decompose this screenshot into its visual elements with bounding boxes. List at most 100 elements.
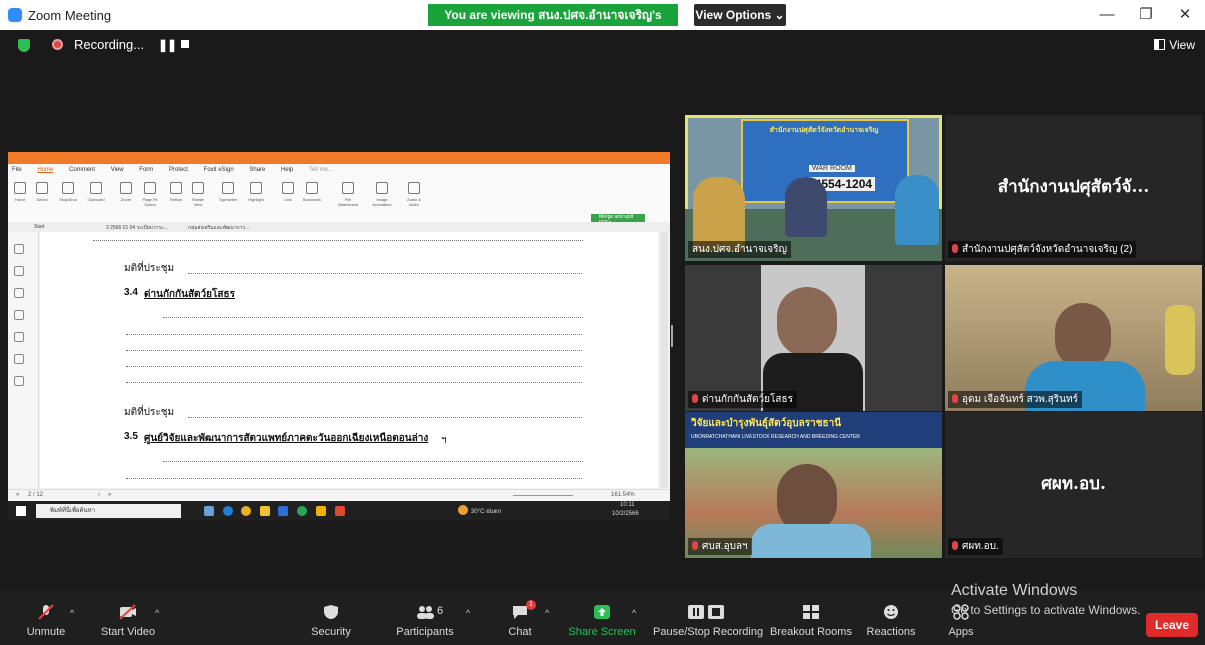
chat-button[interactable]: 1 Chat	[500, 590, 540, 645]
chrome-icon[interactable]	[241, 506, 251, 516]
pause-stop-recording-button[interactable]: Pause/Stop Recording	[653, 590, 763, 645]
tab-start[interactable]: Start	[34, 224, 45, 230]
reflow-tool[interactable]: Reflow	[166, 182, 186, 202]
tell-me-search[interactable]: Tell me...	[309, 167, 333, 173]
shield-icon	[322, 604, 340, 620]
sign-brand: WAR ROOM	[809, 165, 855, 172]
comments-panel-icon[interactable]	[14, 288, 24, 298]
dotted-line	[163, 317, 583, 318]
section-suffix: ฯ	[441, 435, 447, 446]
shield-icon[interactable]	[18, 39, 30, 52]
foxit-titlebar	[8, 152, 670, 164]
start-video-label: Start Video	[100, 626, 156, 638]
menu-view[interactable]: View	[111, 167, 124, 173]
video-tile-6[interactable]: ศผท.อบ. ศผท.อบ.	[945, 412, 1202, 558]
image-annotation-tool[interactable]: Image Annotation	[372, 182, 392, 207]
zoom-tool[interactable]: Zoom	[116, 182, 136, 202]
layers-panel-icon[interactable]	[14, 310, 24, 320]
last-page-icon[interactable]: »	[108, 492, 111, 498]
audio-video-tool[interactable]: Audio & Video	[404, 182, 424, 207]
video-tile-5[interactable]: วิจัยและบำรุงพันธุ์สัตว์อุบลราชธานี UBON…	[685, 412, 942, 558]
hand-tool[interactable]: Hand	[10, 182, 30, 202]
participant-name-6: ศผท.อบ.	[948, 538, 1003, 555]
chat-label: Chat	[508, 626, 532, 638]
line-icon[interactable]	[297, 506, 307, 516]
stop-recording-icon[interactable]	[181, 40, 189, 48]
link-icon	[282, 182, 294, 194]
close-button[interactable]: ✕	[1170, 4, 1200, 26]
next-page-icon[interactable]: ›	[98, 492, 100, 498]
document-tabs: Start 3 2566 01 04 ระเบียบวาระ... กลุ่มส…	[8, 222, 670, 232]
security-button[interactable]: Security	[306, 590, 356, 645]
chat-options-chevron-icon[interactable]: ^	[545, 608, 549, 618]
reactions-button[interactable]: Reactions	[864, 590, 918, 645]
video-tile-2[interactable]: สำนักงานปศุสัตว์จั... สำนักงานปศุสัตว์จั…	[945, 115, 1202, 261]
taskbar-search[interactable]: พิมพ์ที่นี่เพื่อค้นหา	[36, 504, 181, 518]
windows-start-icon[interactable]	[16, 506, 26, 516]
select-tool[interactable]: Select	[32, 182, 52, 202]
participants-options-chevron-icon[interactable]: ^	[466, 608, 470, 618]
view-options-button[interactable]: View Options ⌄	[694, 4, 786, 26]
task-view-icon[interactable]	[204, 506, 214, 516]
menu-home[interactable]: Home	[37, 167, 53, 173]
restore-button[interactable]: ❐	[1131, 4, 1161, 26]
pause-recording-icon[interactable]: ❚❚	[158, 38, 177, 52]
file-explorer-icon[interactable]	[260, 506, 270, 516]
menu-help[interactable]: Help	[281, 167, 293, 173]
tab-document[interactable]: กลุ่มส่งเสริมและพัฒนาการ...	[188, 224, 249, 232]
highlight-tool[interactable]: Highlight	[246, 182, 266, 202]
foxit-icon[interactable]	[335, 506, 345, 516]
snapshot-tool[interactable]: SnapShot	[58, 182, 78, 202]
minimize-button[interactable]: —	[1092, 4, 1122, 26]
sticky-notes-icon[interactable]	[316, 506, 326, 516]
video-tile-4[interactable]: อุดม เจือจันทร์ สวพ.สุรินทร์	[945, 265, 1202, 411]
link-tool[interactable]: Link	[278, 182, 298, 202]
first-page-icon[interactable]: «	[16, 492, 19, 498]
breakout-rooms-label: Breakout Rooms	[770, 626, 852, 638]
typewriter-icon	[222, 182, 234, 194]
store-icon[interactable]	[278, 506, 288, 516]
taskbar-date: 10/2/2566	[612, 511, 639, 517]
leave-button[interactable]: Leave	[1146, 613, 1198, 637]
menu-share[interactable]: Share	[249, 167, 265, 173]
video-options-chevron-icon[interactable]: ^	[155, 608, 159, 618]
share-screen-button[interactable]: Share Screen	[568, 590, 636, 645]
pages-panel-icon[interactable]	[14, 266, 24, 276]
shared-screen[interactable]: File Home Comment View Form Protect Foxi…	[8, 152, 670, 521]
page-indicator[interactable]: 2 / 12	[28, 492, 43, 498]
edge-icon[interactable]	[223, 506, 233, 516]
dotted-line	[126, 478, 582, 479]
signature-panel-icon[interactable]	[14, 376, 24, 386]
rotate-tool[interactable]: Rotate View	[188, 182, 208, 207]
video-tile-1[interactable]: สำนักงานปศุสัตว์จังหวัดอำนาจเจริญ WAR RO…	[685, 115, 942, 261]
zoom-slider[interactable]	[513, 495, 573, 496]
typewriter-tool[interactable]: Typewriter	[218, 182, 238, 202]
bookmark-tool[interactable]: Bookmark	[302, 182, 322, 202]
audio-options-chevron-icon[interactable]: ^	[70, 608, 74, 618]
breakout-rooms-icon	[802, 604, 820, 620]
participants-button[interactable]: Participants	[393, 590, 457, 645]
panel-splitter[interactable]	[671, 325, 673, 347]
menu-comment[interactable]: Comment	[69, 167, 95, 173]
tab-agenda[interactable]: 3 2566 01 04 ระเบียบวาระ...	[106, 224, 168, 232]
file-attachment-tool[interactable]: File Attachment	[338, 182, 358, 207]
breakout-rooms-button[interactable]: Breakout Rooms	[770, 590, 852, 645]
video-tile-3[interactable]: ด่านกักกันสัตว์ยโสธร	[685, 265, 942, 411]
zoom-level[interactable]: 161.54%	[611, 492, 635, 498]
pdf-scrollbar[interactable]	[660, 232, 668, 488]
menu-file[interactable]: File	[12, 167, 22, 173]
clipboard-tool[interactable]: Clipboard	[86, 182, 106, 202]
participant-display-name-6: ศผท.อบ.	[1041, 474, 1106, 494]
page-fit-tool[interactable]: Page Fit Option	[140, 182, 160, 207]
rotate-tool-label: Rotate View	[192, 197, 204, 207]
share-options-chevron-icon[interactable]: ^	[632, 608, 636, 618]
bookmarks-panel-icon[interactable]	[14, 244, 24, 254]
view-layout-button[interactable]: View	[1154, 38, 1195, 52]
attachments-panel-icon[interactable]	[14, 332, 24, 342]
menu-foxit-esign[interactable]: Foxit eSign	[204, 167, 234, 173]
security-panel-icon[interactable]	[14, 354, 24, 364]
start-video-button[interactable]: Start Video	[96, 590, 160, 645]
unmute-button[interactable]: Unmute	[18, 590, 74, 645]
menu-protect[interactable]: Protect	[169, 167, 188, 173]
menu-form[interactable]: Form	[139, 167, 153, 173]
